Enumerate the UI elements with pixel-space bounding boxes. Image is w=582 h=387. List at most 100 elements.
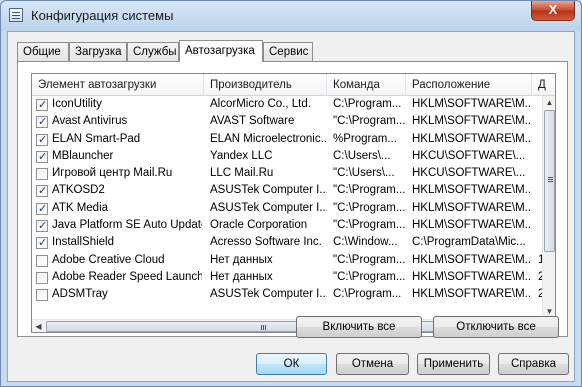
msconfig-app-icon	[9, 8, 23, 22]
window-title: Конфигурация системы	[31, 8, 174, 23]
cell-startup-item: Java Platform SE Auto Updater	[52, 219, 202, 232]
cell-location: HKLM\SOFTWARE\M...	[412, 132, 532, 145]
startup-item-checkbox[interactable]	[36, 168, 48, 181]
startup-item-checkbox[interactable]	[36, 254, 48, 267]
cell-manufacturer: Нет данных	[210, 270, 273, 283]
cell-location: HKLM\SOFTWARE\M...	[412, 253, 532, 266]
cell-manufacturer: AlcorMicro Co., Ltd.	[210, 98, 311, 110]
cell-manufacturer: ASUSTek Computer I...	[210, 184, 327, 197]
list-item[interactable]: IconUtility AlcorMicro Co., Ltd. C:\Progra…	[32, 96, 544, 113]
cell-location: HKCU\SOFTWARE\...	[412, 167, 526, 180]
list-item[interactable]: Avast Antivirus AVAST Software "C:\Program…	[32, 113, 544, 130]
cell-startup-item: InstallShield	[52, 236, 115, 249]
cell-manufacturer: ASUSTek Computer I...	[210, 201, 327, 214]
cell-startup-item: ADSMTray	[52, 288, 108, 301]
cell-manufacturer: Yandex LLC	[210, 149, 273, 162]
cell-location: HKLM\SOFTWARE\M...	[412, 219, 532, 232]
list-item[interactable]: ATKOSD2 ASUSTek Computer I... "C:\Program.…	[32, 182, 544, 199]
cell-location: HKLM\SOFTWARE\M...	[412, 98, 532, 110]
cell-command: C:\Program...	[333, 98, 402, 110]
list-header: Элемент автозагрузки Производитель Коман…	[32, 74, 555, 96]
tab-services[interactable]: Службы	[127, 42, 179, 62]
list-item[interactable]: ELAN Smart-Pad ELAN Microelectronic... %Pr…	[32, 131, 544, 148]
column-header-manufacturer[interactable]: Производитель	[204, 74, 327, 96]
cell-manufacturer: Нет данных	[210, 253, 273, 266]
cell-command: C:\Window...	[333, 236, 398, 249]
cell-command: "C:\Users\...	[333, 167, 395, 180]
cancel-button[interactable]: Отмена	[336, 353, 409, 375]
scroll-up-arrow-icon[interactable]: ▲	[543, 96, 555, 109]
startup-item-checkbox[interactable]	[36, 150, 48, 163]
cell-startup-item: ATKOSD2	[52, 184, 105, 197]
system-configuration-window: Конфигурация системы X Общие Загрузка Сл…	[0, 0, 582, 387]
startup-tab-panel: Элемент автозагрузки Производитель Коман…	[17, 61, 568, 337]
list-item[interactable]: Adobe Reader Speed Launcher Нет данных "C:…	[32, 269, 544, 286]
tab-startup[interactable]: Автозагрузка	[179, 40, 263, 62]
cell-manufacturer: AVAST Software	[210, 115, 295, 128]
list-rows: IconUtility AlcorMicro Co., Ltd. C:\Progra…	[32, 96, 544, 304]
column-header-date[interactable]: Д	[532, 74, 555, 96]
cell-command: %Program...	[333, 132, 397, 145]
cell-startup-item: Adobe Creative Cloud	[52, 253, 165, 266]
startup-item-checkbox[interactable]	[36, 289, 48, 302]
column-header-location[interactable]: Расположение	[406, 74, 532, 96]
startup-item-checkbox[interactable]	[36, 219, 48, 233]
list-item[interactable]: ADSMTray ASUSTek Computer I... C:\Program.…	[32, 286, 544, 303]
startup-items-list: Элемент автозагрузки Производитель Коман…	[31, 73, 556, 333]
cell-location: HKLM\SOFTWARE\M...	[412, 184, 532, 197]
cell-manufacturer: ASUSTek Computer I...	[210, 288, 327, 301]
cell-startup-item: ATK Media	[52, 201, 109, 214]
list-item[interactable]: InstallShield Acresso Software Inc. C:\Win…	[32, 234, 544, 251]
startup-item-checkbox[interactable]	[36, 133, 48, 146]
startup-item-checkbox[interactable]	[36, 202, 48, 215]
enable-all-button[interactable]: Включить все	[296, 316, 422, 338]
cell-command: "C:\Program...	[333, 184, 406, 197]
cell-command: "C:\Program...	[333, 219, 406, 232]
list-item[interactable]: MBlauncher Yandex LLC C:\Users\... HKCU\SOF…	[32, 148, 544, 165]
cell-command: "C:\Program...	[333, 115, 406, 128]
tab-general[interactable]: Общие	[17, 42, 69, 62]
cell-manufacturer: Acresso Software Inc.	[210, 236, 322, 249]
column-header-startup-item[interactable]: Элемент автозагрузки	[32, 74, 204, 96]
disable-all-button[interactable]: Отключить все	[433, 316, 559, 338]
cell-location: HKLM\SOFTWARE\M...	[412, 288, 532, 301]
cell-command: "C:\Program...	[333, 270, 406, 283]
cell-startup-item: IconUtility	[52, 98, 102, 110]
cell-startup-item: Avast Antivirus	[52, 115, 128, 128]
title-bar[interactable]: Конфигурация системы X	[1, 1, 581, 31]
cell-location: HKLM\SOFTWARE\M...	[412, 201, 532, 214]
tab-boot[interactable]: Загрузка	[69, 42, 127, 62]
cell-startup-item: ELAN Smart-Pad	[52, 132, 141, 145]
apply-button[interactable]: Применить	[417, 353, 490, 375]
cell-command: "C:\Program...	[333, 253, 406, 266]
cell-location: C:\ProgramData\Mic...	[412, 236, 526, 249]
cell-startup-item: Игровой центр Mail.Ru	[52, 167, 173, 180]
startup-item-checkbox[interactable]	[36, 236, 48, 250]
list-item[interactable]: Java Platform SE Auto Updater Oracle Corp…	[32, 217, 544, 234]
tab-tools[interactable]: Сервис	[263, 42, 313, 62]
close-button[interactable]: X	[531, 1, 575, 21]
startup-item-checkbox[interactable]	[36, 98, 48, 111]
cell-command: C:\Users\...	[333, 149, 391, 162]
cell-command: C:\Program...	[333, 288, 402, 301]
startup-item-checkbox[interactable]	[36, 271, 48, 284]
cell-location: HKLM\SOFTWARE\M...	[412, 270, 532, 283]
startup-item-checkbox[interactable]	[36, 115, 48, 129]
help-button[interactable]: Справка	[498, 353, 569, 375]
list-item[interactable]: ATK Media ASUSTek Computer I... "C:\Progra…	[32, 200, 544, 217]
cell-manufacturer: Oracle Corporation	[210, 219, 308, 232]
column-header-command[interactable]: Команда	[327, 74, 406, 96]
vertical-scrollbar[interactable]: ▲ ▼	[542, 96, 555, 318]
vertical-scroll-thumb[interactable]	[544, 110, 555, 252]
cell-manufacturer: ELAN Microelectronic...	[210, 132, 327, 145]
startup-item-checkbox[interactable]	[36, 184, 48, 198]
ok-button[interactable]: ОК	[256, 353, 327, 375]
dialog-body: Общие Загрузка Службы Автозагрузка Серви…	[7, 31, 575, 382]
cell-location: HKCU\SOFTWARE\...	[412, 149, 526, 162]
cell-manufacturer: LLC Mail.Ru	[210, 167, 274, 180]
list-item[interactable]: Игровой центр Mail.Ru LLC Mail.Ru "C:\User…	[32, 165, 544, 182]
cell-startup-item: Adobe Reader Speed Launcher	[52, 270, 202, 283]
cell-command: "C:\Program...	[333, 201, 406, 214]
list-item[interactable]: Adobe Creative Cloud Нет данных "C:\Progra…	[32, 252, 544, 269]
scroll-left-arrow-icon[interactable]: ◀	[32, 320, 45, 332]
